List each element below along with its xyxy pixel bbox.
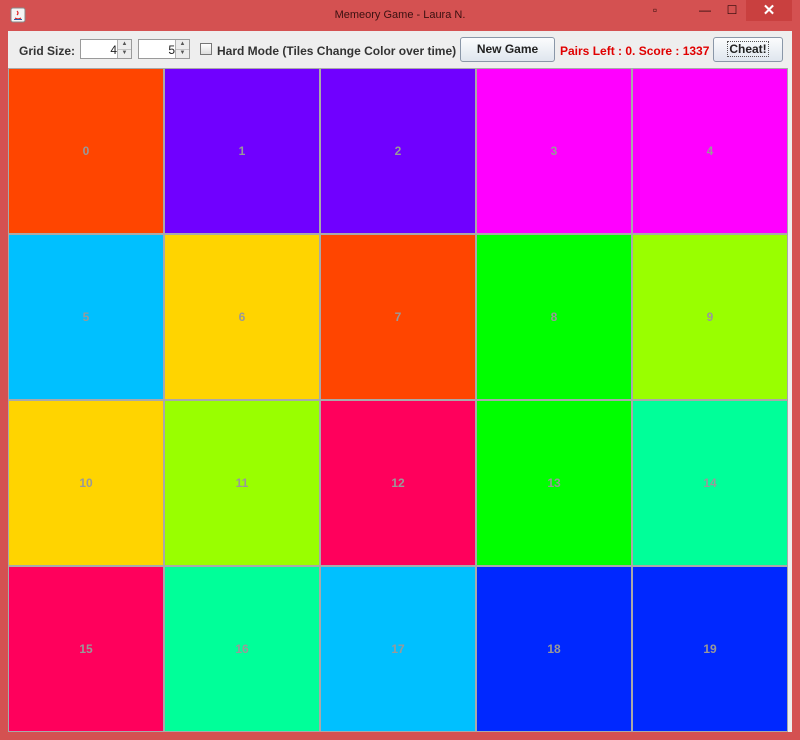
status-text: Pairs Left : 0. Score : 1337 [560,44,710,58]
memory-tile[interactable]: 11 [165,401,319,565]
spinner-down-icon[interactable]: ▼ [118,49,131,58]
app-window: Memeory Game - Laura N. ▫ — ☐ ✕ Grid Siz… [0,0,800,740]
memory-tile[interactable]: 5 [9,235,163,399]
memory-tile[interactable]: 6 [165,235,319,399]
grid-cols-value[interactable]: 5 [168,43,175,57]
memory-tile[interactable]: 12 [321,401,475,565]
grid-rows-value[interactable]: 4 [110,43,117,57]
close-button[interactable]: ✕ [746,0,792,21]
cheat-button-label: Cheat! [727,41,769,57]
grid-size-label: Grid Size: [19,44,76,58]
memory-tile[interactable]: 4 [633,69,787,233]
memory-tile[interactable]: 10 [9,401,163,565]
content-pane: Grid Size: 4 ▲ ▼ 5 ▲ ▼ Hard Mode (Tiles … [8,31,792,732]
new-game-button[interactable]: New Game [460,37,555,62]
cheat-button[interactable]: Cheat! [713,37,783,62]
hard-mode-checkbox[interactable] [200,43,212,55]
memory-tile[interactable]: 19 [633,567,787,731]
memory-tile[interactable]: 14 [633,401,787,565]
minimize-button[interactable]: — [693,0,717,21]
restore-icon[interactable]: ▫ [645,0,665,21]
hard-mode-label[interactable]: Hard Mode (Tiles Change Color over time) [217,44,456,58]
memory-tile[interactable]: 7 [321,235,475,399]
memory-tile[interactable]: 3 [477,69,631,233]
window-title: Memeory Game - Laura N. [334,9,466,21]
spinner-arrows: ▲ ▼ [117,40,131,58]
spinner-down-icon[interactable]: ▼ [176,49,189,58]
memory-tile[interactable]: 17 [321,567,475,731]
memory-tile[interactable]: 8 [477,235,631,399]
memory-tile[interactable]: 16 [165,567,319,731]
memory-tile[interactable]: 1 [165,69,319,233]
game-board: 0 1 2 3 4 5 6 7 8 9 10 11 12 13 14 15 16 17 18 19 [8,68,788,732]
grid-rows-spinner[interactable]: 4 ▲ ▼ [80,39,132,59]
memory-tile[interactable]: 18 [477,567,631,731]
memory-tile[interactable]: 0 [9,69,163,233]
memory-tile[interactable]: 15 [9,567,163,731]
toolbar: Grid Size: 4 ▲ ▼ 5 ▲ ▼ Hard Mode (Tiles … [8,31,792,68]
grid-cols-spinner[interactable]: 5 ▲ ▼ [138,39,190,59]
maximize-button[interactable]: ☐ [719,0,745,21]
spinner-arrows: ▲ ▼ [175,40,189,58]
memory-tile[interactable]: 13 [477,401,631,565]
title-bar[interactable]: Memeory Game - Laura N. ▫ — ☐ ✕ [0,0,800,30]
memory-tile[interactable]: 9 [633,235,787,399]
memory-tile[interactable]: 2 [321,69,475,233]
